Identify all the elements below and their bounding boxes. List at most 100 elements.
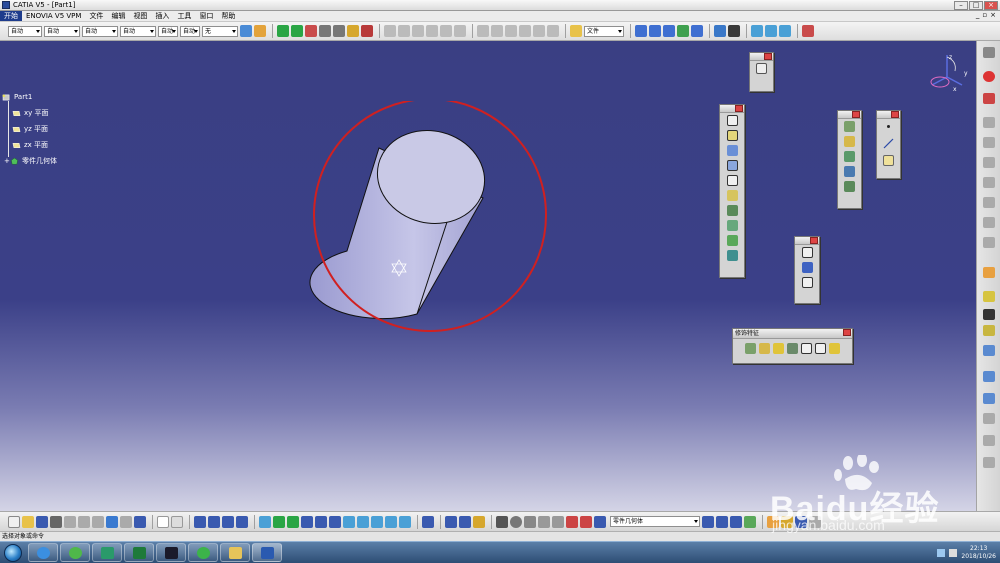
catalog-icon[interactable] <box>477 25 489 37</box>
open-file-icon[interactable] <box>22 515 34 528</box>
sketch-analysis-icon[interactable] <box>384 25 396 37</box>
taskbar-excel[interactable] <box>124 543 154 562</box>
point-symbol-combo[interactable]: 自动 <box>158 25 178 37</box>
position-icon[interactable] <box>459 515 471 528</box>
axis-system-icon[interactable] <box>983 345 995 356</box>
redo-icon[interactable] <box>120 515 132 528</box>
doc-minimize-icon[interactable]: _ <box>976 11 980 19</box>
menu-view[interactable]: 视图 <box>129 11 151 21</box>
pan-view-icon[interactable] <box>287 515 299 528</box>
surface-icon[interactable] <box>677 25 689 37</box>
constraint-tools-icon[interactable] <box>983 325 995 336</box>
graph-tree-icon[interactable] <box>208 515 220 528</box>
grid-icon[interactable] <box>983 393 995 404</box>
taskbar-ie[interactable] <box>28 543 58 562</box>
boolean-icon[interactable] <box>983 137 995 148</box>
close-surface-icon[interactable] <box>801 277 813 288</box>
hide-show-icon[interactable] <box>779 25 791 37</box>
snap-icon[interactable] <box>305 25 317 37</box>
tray-network-icon[interactable] <box>937 549 946 557</box>
doc-close-icon[interactable]: × <box>990 11 996 19</box>
grip-icon[interactable] <box>983 47 995 58</box>
menu-edit[interactable]: 编辑 <box>107 11 129 21</box>
toolbar-title[interactable] <box>720 105 744 113</box>
wireframe-icon[interactable] <box>983 117 995 128</box>
taskbar-explorer[interactable] <box>220 543 250 562</box>
animate-constraint-icon[interactable] <box>440 25 452 37</box>
manipulate-icon[interactable] <box>795 515 807 528</box>
brush-icon[interactable] <box>254 25 266 37</box>
tree-item-xy-plane[interactable]: xy 平面 <box>2 105 57 121</box>
thread-icon[interactable] <box>815 343 826 354</box>
join-icon[interactable] <box>691 25 703 37</box>
toolbar-close-button[interactable] <box>810 237 818 244</box>
rotate-3d-icon[interactable] <box>524 515 536 528</box>
thick-surface-icon[interactable] <box>801 262 813 273</box>
fix-together-icon[interactable] <box>412 25 424 37</box>
toolbar-close-button[interactable] <box>891 111 899 118</box>
rendering-style-combo[interactable]: 自动 <box>180 25 200 37</box>
thickness-icon[interactable] <box>801 343 812 354</box>
menu-window[interactable]: 窗口 <box>195 11 217 21</box>
menu-insert[interactable]: 插入 <box>151 11 173 21</box>
zoom-in-icon[interactable] <box>315 515 327 528</box>
measure-icon[interactable] <box>319 25 331 37</box>
comment-icon[interactable] <box>171 515 183 528</box>
translation-icon[interactable] <box>844 121 855 132</box>
line-icon[interactable] <box>883 138 894 149</box>
design-table-icon[interactable] <box>533 25 545 37</box>
dimension-icon[interactable] <box>445 515 457 528</box>
view-icon[interactable] <box>751 25 763 37</box>
save-icon[interactable] <box>36 515 48 528</box>
shading-icon[interactable] <box>371 515 383 528</box>
toolbar-title[interactable] <box>877 111 900 119</box>
toolbar-title[interactable]: 修饰特征 <box>733 329 852 339</box>
rib-icon[interactable] <box>726 190 738 201</box>
toolbar-close-button[interactable] <box>735 105 743 112</box>
measure-inertia-icon[interactable] <box>361 25 373 37</box>
toolbar-close-button[interactable] <box>852 111 860 118</box>
assemble-icon[interactable] <box>983 157 995 168</box>
copy-icon[interactable] <box>78 515 90 528</box>
iso-view-icon[interactable] <box>357 515 369 528</box>
undo-icon[interactable] <box>106 515 118 528</box>
geometrical-set-icon[interactable] <box>730 515 742 528</box>
point-icon[interactable] <box>883 121 894 132</box>
filter-icon[interactable] <box>236 515 248 528</box>
intersect-icon[interactable] <box>983 217 995 228</box>
tray-volume-icon[interactable] <box>949 549 958 557</box>
new-body-icon[interactable] <box>702 515 714 528</box>
tools-icon[interactable] <box>728 25 740 37</box>
open-folder-icon[interactable] <box>570 25 582 37</box>
minimize-button[interactable]: – <box>954 1 968 10</box>
fly-mode-icon[interactable] <box>259 515 271 528</box>
update-icon[interactable] <box>422 515 434 528</box>
pad-icon[interactable] <box>726 115 738 126</box>
union-trim-icon[interactable] <box>983 237 995 248</box>
fillet-icon[interactable] <box>745 343 756 354</box>
compass-icon[interactable]: z y x <box>922 51 972 97</box>
insert-body-icon[interactable] <box>983 435 995 446</box>
measure-between-icon[interactable] <box>333 25 345 37</box>
toolbar-title[interactable] <box>795 237 819 245</box>
annotation-icon[interactable] <box>983 291 995 302</box>
line-thickness-combo[interactable]: 自动 <box>82 25 118 37</box>
zoom-area-icon[interactable] <box>983 413 995 424</box>
taskbar-360[interactable] <box>60 543 90 562</box>
menu-help[interactable]: 帮助 <box>217 11 239 21</box>
rotate-icon[interactable] <box>291 25 303 37</box>
split-icon[interactable] <box>801 247 813 258</box>
scene-icon[interactable] <box>781 515 793 528</box>
taskbar-wechat[interactable] <box>188 543 218 562</box>
print-icon[interactable] <box>50 515 62 528</box>
tree-root-part[interactable]: Part1 <box>2 89 57 105</box>
formula-icon[interactable] <box>505 25 517 37</box>
shell-icon[interactable] <box>787 343 798 354</box>
product-tree-icon[interactable] <box>222 515 234 528</box>
toolbar-close-button[interactable] <box>843 329 851 336</box>
3d-viewport[interactable]: Part1 xy 平面 yz 平面 zx 平面 + 零件几何体 z y x 修饰… <box>0 41 976 511</box>
taskbar-catia[interactable] <box>252 543 282 562</box>
publish-icon[interactable] <box>767 515 779 528</box>
transparency-combo[interactable]: 自动 <box>44 25 80 37</box>
spline-icon[interactable] <box>649 25 661 37</box>
